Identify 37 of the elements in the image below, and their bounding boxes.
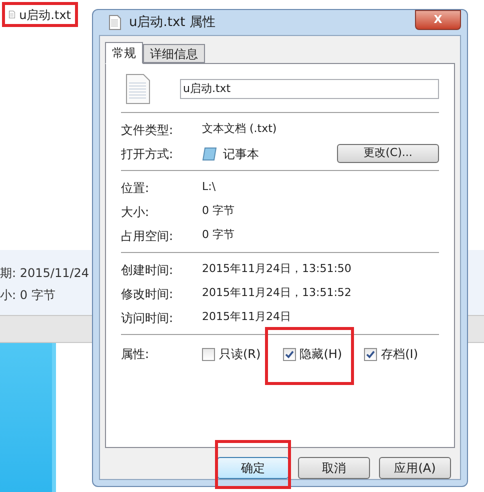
detail-text: 小: 0 字节	[0, 287, 56, 304]
document-icon	[126, 74, 150, 104]
property-label: 创建时间:	[121, 262, 174, 278]
property-label: 位置:	[121, 180, 150, 196]
property-value: 文本文档 (.txt)	[202, 121, 277, 138]
property-label: 打开方式:	[121, 146, 174, 162]
file-name-field[interactable]: u启动.txt	[180, 79, 439, 99]
property-label: 占用空间:	[121, 228, 174, 244]
property-value: 2015年11月24日，13:51:52	[202, 285, 352, 302]
checkbox[interactable]	[282, 348, 296, 360]
notepad-icon	[202, 146, 217, 160]
change-button[interactable]: 更改(C)...	[337, 144, 439, 163]
property-value: 2015年11月24日	[202, 309, 291, 326]
checkbox-label: 存档(I)	[381, 346, 418, 363]
property-label: 访问时间:	[121, 310, 174, 326]
checkbox[interactable]	[364, 348, 378, 360]
dialog-button[interactable]: 确定	[217, 457, 289, 479]
file-item[interactable]: u启动.txt	[2, 2, 78, 27]
property-label: 大小:	[121, 204, 150, 220]
tab[interactable]: 常规	[105, 42, 143, 64]
window-title: u启动.txt 属性	[129, 14, 216, 32]
property-value: L:\	[202, 179, 216, 196]
checkbox[interactable]	[202, 348, 215, 360]
property-value: 0 字节	[202, 203, 234, 220]
dialog-button[interactable]: 取消	[298, 457, 370, 479]
tab[interactable]: 详细信息	[143, 44, 205, 63]
document-icon	[109, 15, 121, 30]
property-label: 修改时间:	[121, 286, 174, 302]
property-label: 属性:	[121, 346, 150, 363]
property-value: 2015年11月24日，13:51:50	[202, 261, 352, 278]
property-value: 0 字节	[202, 227, 234, 244]
checkbox-label: 只读(R)	[219, 346, 261, 363]
property-label: 文件类型:	[121, 122, 174, 138]
dialog-button[interactable]: 应用(A)	[379, 457, 451, 479]
property-value: 记事本	[223, 146, 260, 162]
checkbox-label: 隐藏(H)	[300, 346, 342, 363]
detail-text: 期: 2015/11/24	[0, 265, 90, 282]
